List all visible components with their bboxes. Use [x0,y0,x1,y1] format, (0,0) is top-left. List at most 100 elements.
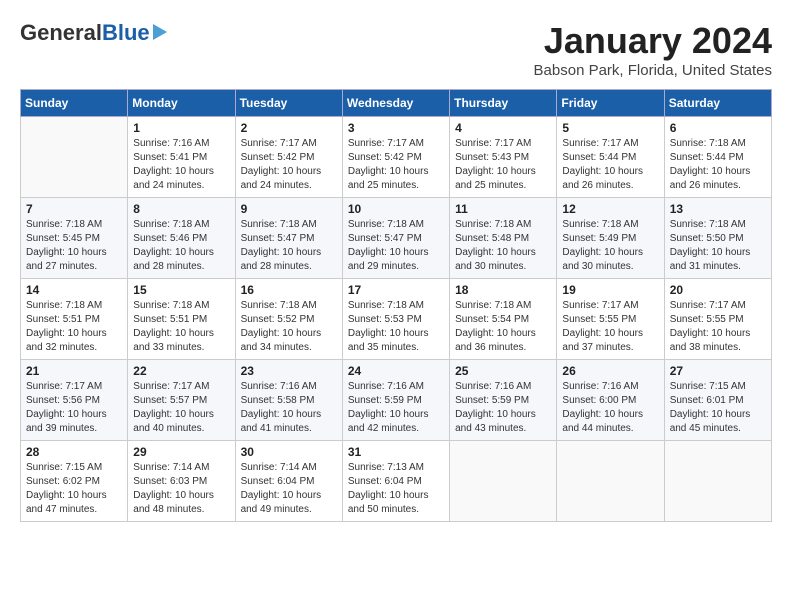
day-info: Sunrise: 7:18 AM Sunset: 5:47 PM Dayligh… [241,218,337,274]
day-info: Sunrise: 7:17 AM Sunset: 5:55 PM Dayligh… [562,299,658,355]
day-info: Sunrise: 7:18 AM Sunset: 5:53 PM Dayligh… [348,299,444,355]
day-number: 27 [670,364,766,378]
day-number: 8 [133,202,229,216]
day-info: Sunrise: 7:16 AM Sunset: 5:58 PM Dayligh… [241,380,337,436]
weekday-header-thursday: Thursday [450,90,557,117]
calendar-cell: 21 Sunrise: 7:17 AM Sunset: 5:56 PM Dayli… [21,360,128,441]
logo-general-text: General [20,20,102,46]
day-info: Sunrise: 7:15 AM Sunset: 6:01 PM Dayligh… [670,380,766,436]
calendar-week-1: 1 Sunrise: 7:16 AM Sunset: 5:41 PM Daylig… [21,117,772,198]
title-section: January 2024 Babson Park, Florida, Unite… [534,20,772,79]
day-info: Sunrise: 7:17 AM Sunset: 5:55 PM Dayligh… [670,299,766,355]
day-number: 11 [455,202,551,216]
day-info: Sunrise: 7:18 AM Sunset: 5:44 PM Dayligh… [670,137,766,193]
weekday-header-sunday: Sunday [21,90,128,117]
calendar-week-4: 21 Sunrise: 7:17 AM Sunset: 5:56 PM Dayli… [21,360,772,441]
day-number: 13 [670,202,766,216]
day-info: Sunrise: 7:18 AM Sunset: 5:48 PM Dayligh… [455,218,551,274]
day-number: 20 [670,283,766,297]
location-subtitle: Babson Park, Florida, United States [534,62,772,79]
calendar-cell: 7Sunrise: 7:18 AM Sunset: 5:45 PM Daylig… [21,198,128,279]
logo: General Blue [20,20,167,46]
calendar-cell: 27 Sunrise: 7:15 AM Sunset: 6:01 PM Dayli… [664,360,771,441]
calendar-cell: 4 Sunrise: 7:17 AM Sunset: 5:43 PM Daylig… [450,117,557,198]
calendar-cell [664,441,771,522]
day-number: 2 [241,121,337,135]
day-number: 15 [133,283,229,297]
calendar-cell [21,117,128,198]
day-number: 23 [241,364,337,378]
calendar-week-3: 14 Sunrise: 7:18 AM Sunset: 5:51 PM Dayli… [21,279,772,360]
calendar-cell [557,441,664,522]
day-number: 10 [348,202,444,216]
calendar-cell: 22Sunrise: 7:17 AM Sunset: 5:57 PM Dayli… [128,360,235,441]
month-title: January 2024 [534,20,772,62]
day-info: Sunrise: 7:18 AM Sunset: 5:51 PM Dayligh… [26,299,122,355]
calendar-cell: 5 Sunrise: 7:17 AM Sunset: 5:44 PM Daylig… [557,117,664,198]
day-info: Sunrise: 7:17 AM Sunset: 5:42 PM Dayligh… [348,137,444,193]
weekday-header-monday: Monday [128,90,235,117]
day-info: Sunrise: 7:18 AM Sunset: 5:47 PM Dayligh… [348,218,444,274]
day-info: Sunrise: 7:13 AM Sunset: 6:04 PM Dayligh… [348,461,444,517]
day-info: Sunrise: 7:16 AM Sunset: 5:41 PM Dayligh… [133,137,229,193]
calendar-cell: 3 Sunrise: 7:17 AM Sunset: 5:42 PM Daylig… [342,117,449,198]
calendar-cell: 17Sunrise: 7:18 AM Sunset: 5:53 PM Dayli… [342,279,449,360]
calendar-cell: 14 Sunrise: 7:18 AM Sunset: 5:51 PM Dayli… [21,279,128,360]
calendar-cell: 18 Sunrise: 7:18 AM Sunset: 5:54 PM Dayli… [450,279,557,360]
day-number: 30 [241,445,337,459]
calendar-cell: 9 Sunrise: 7:18 AM Sunset: 5:47 PM Daylig… [235,198,342,279]
day-number: 14 [26,283,122,297]
calendar-cell: 26 Sunrise: 7:16 AM Sunset: 6:00 PM Dayli… [557,360,664,441]
day-number: 21 [26,364,122,378]
calendar-cell: 8 Sunrise: 7:18 AM Sunset: 5:46 PM Daylig… [128,198,235,279]
calendar-cell: 25Sunrise: 7:16 AM Sunset: 5:59 PM Dayli… [450,360,557,441]
day-number: 24 [348,364,444,378]
day-info: Sunrise: 7:18 AM Sunset: 5:50 PM Dayligh… [670,218,766,274]
day-info: Sunrise: 7:17 AM Sunset: 5:43 PM Dayligh… [455,137,551,193]
weekday-header-wednesday: Wednesday [342,90,449,117]
calendar-week-2: 7Sunrise: 7:18 AM Sunset: 5:45 PM Daylig… [21,198,772,279]
day-number: 5 [562,121,658,135]
logo-arrow-icon [153,24,167,40]
day-number: 9 [241,202,337,216]
day-number: 3 [348,121,444,135]
calendar-cell: 1 Sunrise: 7:16 AM Sunset: 5:41 PM Daylig… [128,117,235,198]
calendar-cell: 28 Sunrise: 7:15 AM Sunset: 6:02 PM Dayli… [21,441,128,522]
day-number: 18 [455,283,551,297]
calendar-cell: 6Sunrise: 7:18 AM Sunset: 5:44 PM Daylig… [664,117,771,198]
logo-blue-text: Blue [102,20,150,46]
calendar-cell: 19 Sunrise: 7:17 AM Sunset: 5:55 PM Dayli… [557,279,664,360]
calendar-cell: 15Sunrise: 7:18 AM Sunset: 5:51 PM Dayli… [128,279,235,360]
day-info: Sunrise: 7:14 AM Sunset: 6:04 PM Dayligh… [241,461,337,517]
day-number: 19 [562,283,658,297]
calendar-cell: 23 Sunrise: 7:16 AM Sunset: 5:58 PM Dayli… [235,360,342,441]
day-info: Sunrise: 7:18 AM Sunset: 5:45 PM Dayligh… [26,218,122,274]
weekday-header-saturday: Saturday [664,90,771,117]
day-info: Sunrise: 7:17 AM Sunset: 5:44 PM Dayligh… [562,137,658,193]
day-number: 16 [241,283,337,297]
day-info: Sunrise: 7:17 AM Sunset: 5:42 PM Dayligh… [241,137,337,193]
page-header: General Blue January 2024 Babson Park, F… [20,20,772,79]
calendar-cell: 2 Sunrise: 7:17 AM Sunset: 5:42 PM Daylig… [235,117,342,198]
day-info: Sunrise: 7:15 AM Sunset: 6:02 PM Dayligh… [26,461,122,517]
day-info: Sunrise: 7:16 AM Sunset: 6:00 PM Dayligh… [562,380,658,436]
calendar-cell: 24Sunrise: 7:16 AM Sunset: 5:59 PM Dayli… [342,360,449,441]
weekday-header-friday: Friday [557,90,664,117]
day-info: Sunrise: 7:18 AM Sunset: 5:52 PM Dayligh… [241,299,337,355]
day-number: 28 [26,445,122,459]
day-info: Sunrise: 7:18 AM Sunset: 5:46 PM Dayligh… [133,218,229,274]
day-number: 12 [562,202,658,216]
day-info: Sunrise: 7:18 AM Sunset: 5:54 PM Dayligh… [455,299,551,355]
day-info: Sunrise: 7:17 AM Sunset: 5:57 PM Dayligh… [133,380,229,436]
calendar-cell: 31Sunrise: 7:13 AM Sunset: 6:04 PM Dayli… [342,441,449,522]
day-info: Sunrise: 7:16 AM Sunset: 5:59 PM Dayligh… [455,380,551,436]
calendar-week-5: 28 Sunrise: 7:15 AM Sunset: 6:02 PM Dayli… [21,441,772,522]
day-number: 26 [562,364,658,378]
calendar-cell: 30 Sunrise: 7:14 AM Sunset: 6:04 PM Dayli… [235,441,342,522]
day-number: 1 [133,121,229,135]
weekday-header-tuesday: Tuesday [235,90,342,117]
calendar-header: SundayMondayTuesdayWednesdayThursdayFrid… [21,90,772,117]
day-info: Sunrise: 7:17 AM Sunset: 5:56 PM Dayligh… [26,380,122,436]
day-number: 4 [455,121,551,135]
calendar-cell: 16 Sunrise: 7:18 AM Sunset: 5:52 PM Dayli… [235,279,342,360]
